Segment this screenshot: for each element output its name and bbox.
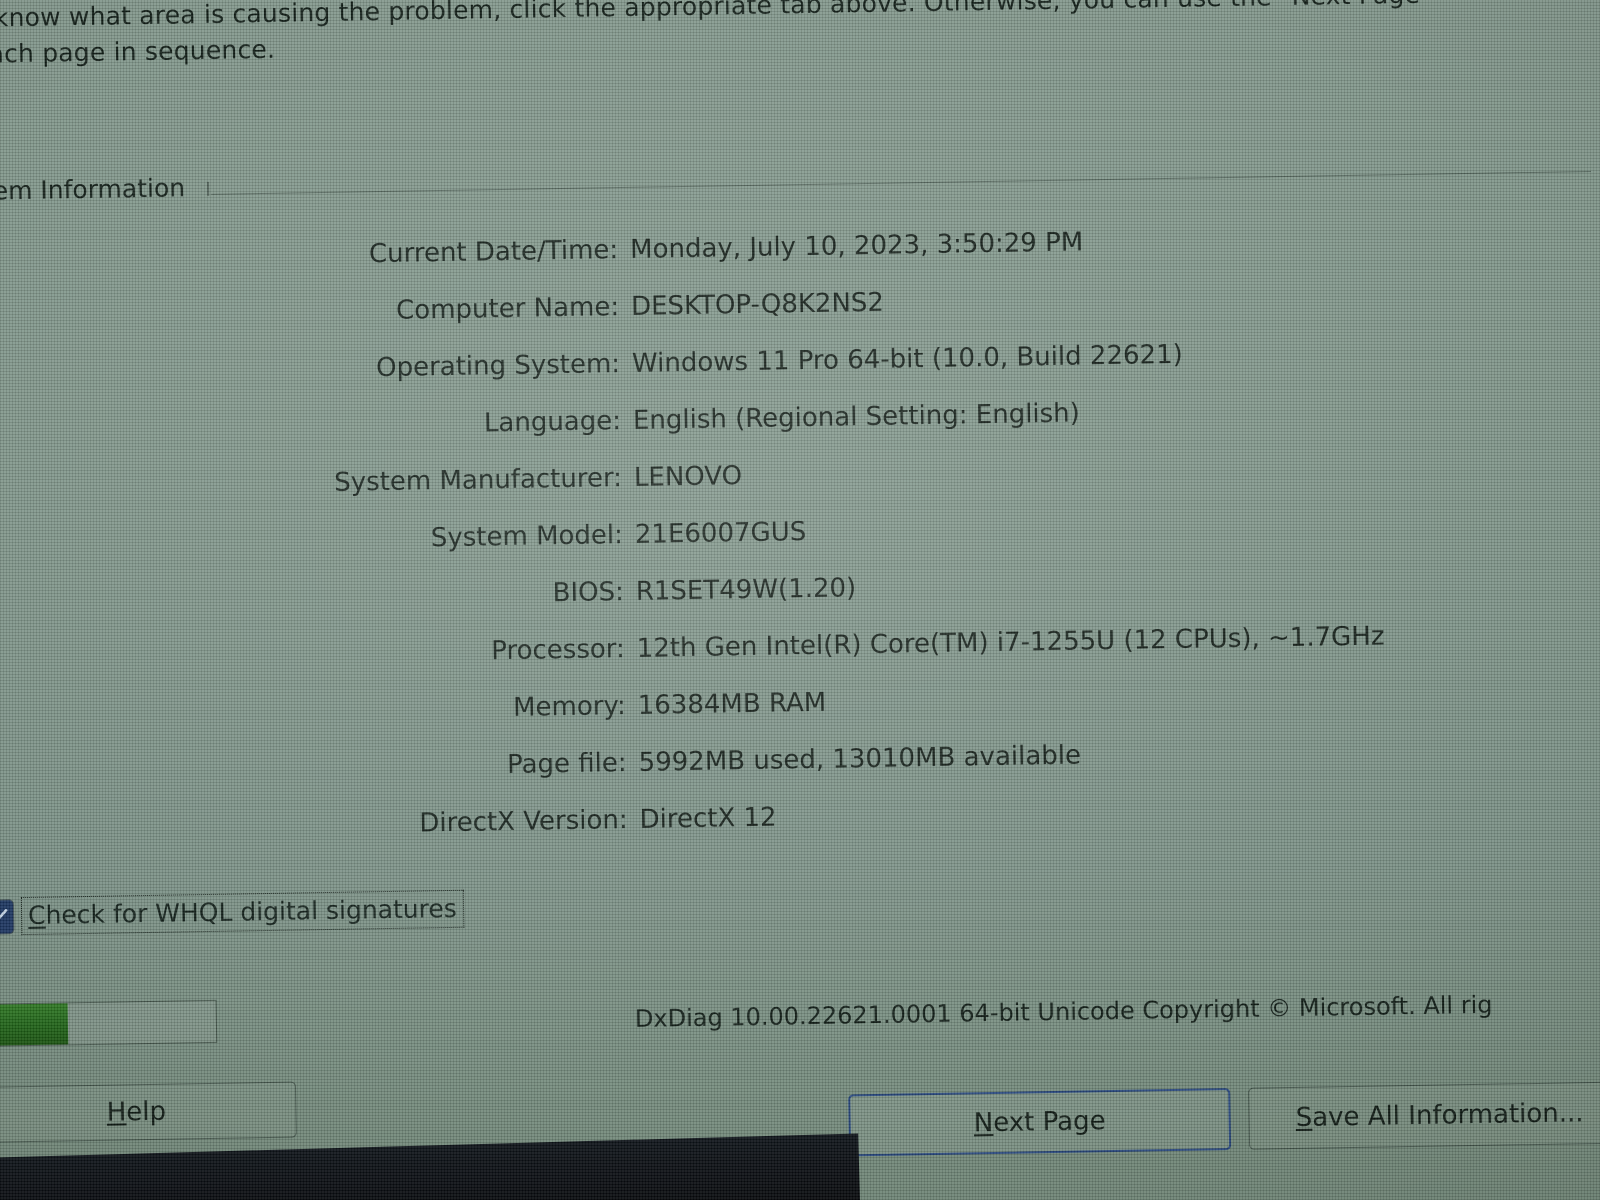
help-button-accel: H	[106, 1097, 127, 1128]
checkmark-icon	[0, 908, 8, 925]
info-row-value: 16384MB RAM	[637, 687, 827, 721]
info-row-value: Monday, July 10, 2023, 3:50:29 PM	[629, 227, 1084, 265]
whql-checkbox-label[interactable]: Check for WHQL digital signatures	[20, 889, 465, 936]
progress-bar-fill	[0, 1003, 69, 1046]
whql-checkbox-row[interactable]: Check for WHQL digital signatures	[0, 889, 465, 936]
whql-label-accel: C	[27, 900, 46, 930]
whql-checkbox[interactable]	[0, 899, 14, 934]
save-all-information-button[interactable]: Save All Information...	[1248, 1081, 1600, 1150]
info-row-value: LENOVO	[633, 461, 743, 493]
system-information-group-title: ystem Information	[0, 173, 186, 207]
system-information-table: Current Date/Time: Monday, July 10, 2023,…	[0, 219, 1582, 872]
info-row-value: 21E6007GUS	[634, 517, 807, 550]
save-all-button-accel: S	[1295, 1102, 1313, 1133]
instructions-line-1: ou know what area is causing the problem…	[0, 0, 1432, 34]
dxdiag-window: ou know what area is causing the problem…	[0, 0, 1600, 1200]
help-button[interactable]: Help	[0, 1081, 297, 1143]
dxdiag-screen-photo: ou know what area is causing the problem…	[0, 0, 1600, 1200]
progress-bar	[0, 999, 218, 1047]
save-all-button-label: ave All Information...	[1311, 1098, 1584, 1133]
info-row-value: R1SET49W(1.20)	[635, 573, 857, 607]
next-page-button-label: ext Page	[992, 1106, 1106, 1138]
info-row-label: Current Date/Time:	[368, 235, 619, 270]
info-row-value: DESKTOP-Q8K2NS2	[630, 287, 885, 322]
info-row-value: DirectX 12	[639, 802, 777, 835]
next-page-button-accel: N	[973, 1108, 994, 1139]
whql-label-rest: heck for WHQL digital signatures	[45, 893, 457, 930]
info-row-value: 5992MB used, 13010MB available	[638, 740, 1082, 778]
group-box-left-corner	[206, 181, 210, 196]
instructions-line-2: t each page in sequence.	[0, 34, 276, 69]
lcd-panel: ou know what area is causing the problem…	[0, 0, 1600, 1200]
next-page-button[interactable]: Next Page	[848, 1088, 1232, 1157]
info-row-value: English (Regional Setting: English)	[632, 398, 1081, 436]
copyright-text: DxDiag 10.00.22621.0001 64-bit Unicode C…	[634, 990, 1493, 1033]
help-button-label: elp	[126, 1096, 167, 1128]
group-box-top-rule	[211, 170, 1591, 195]
